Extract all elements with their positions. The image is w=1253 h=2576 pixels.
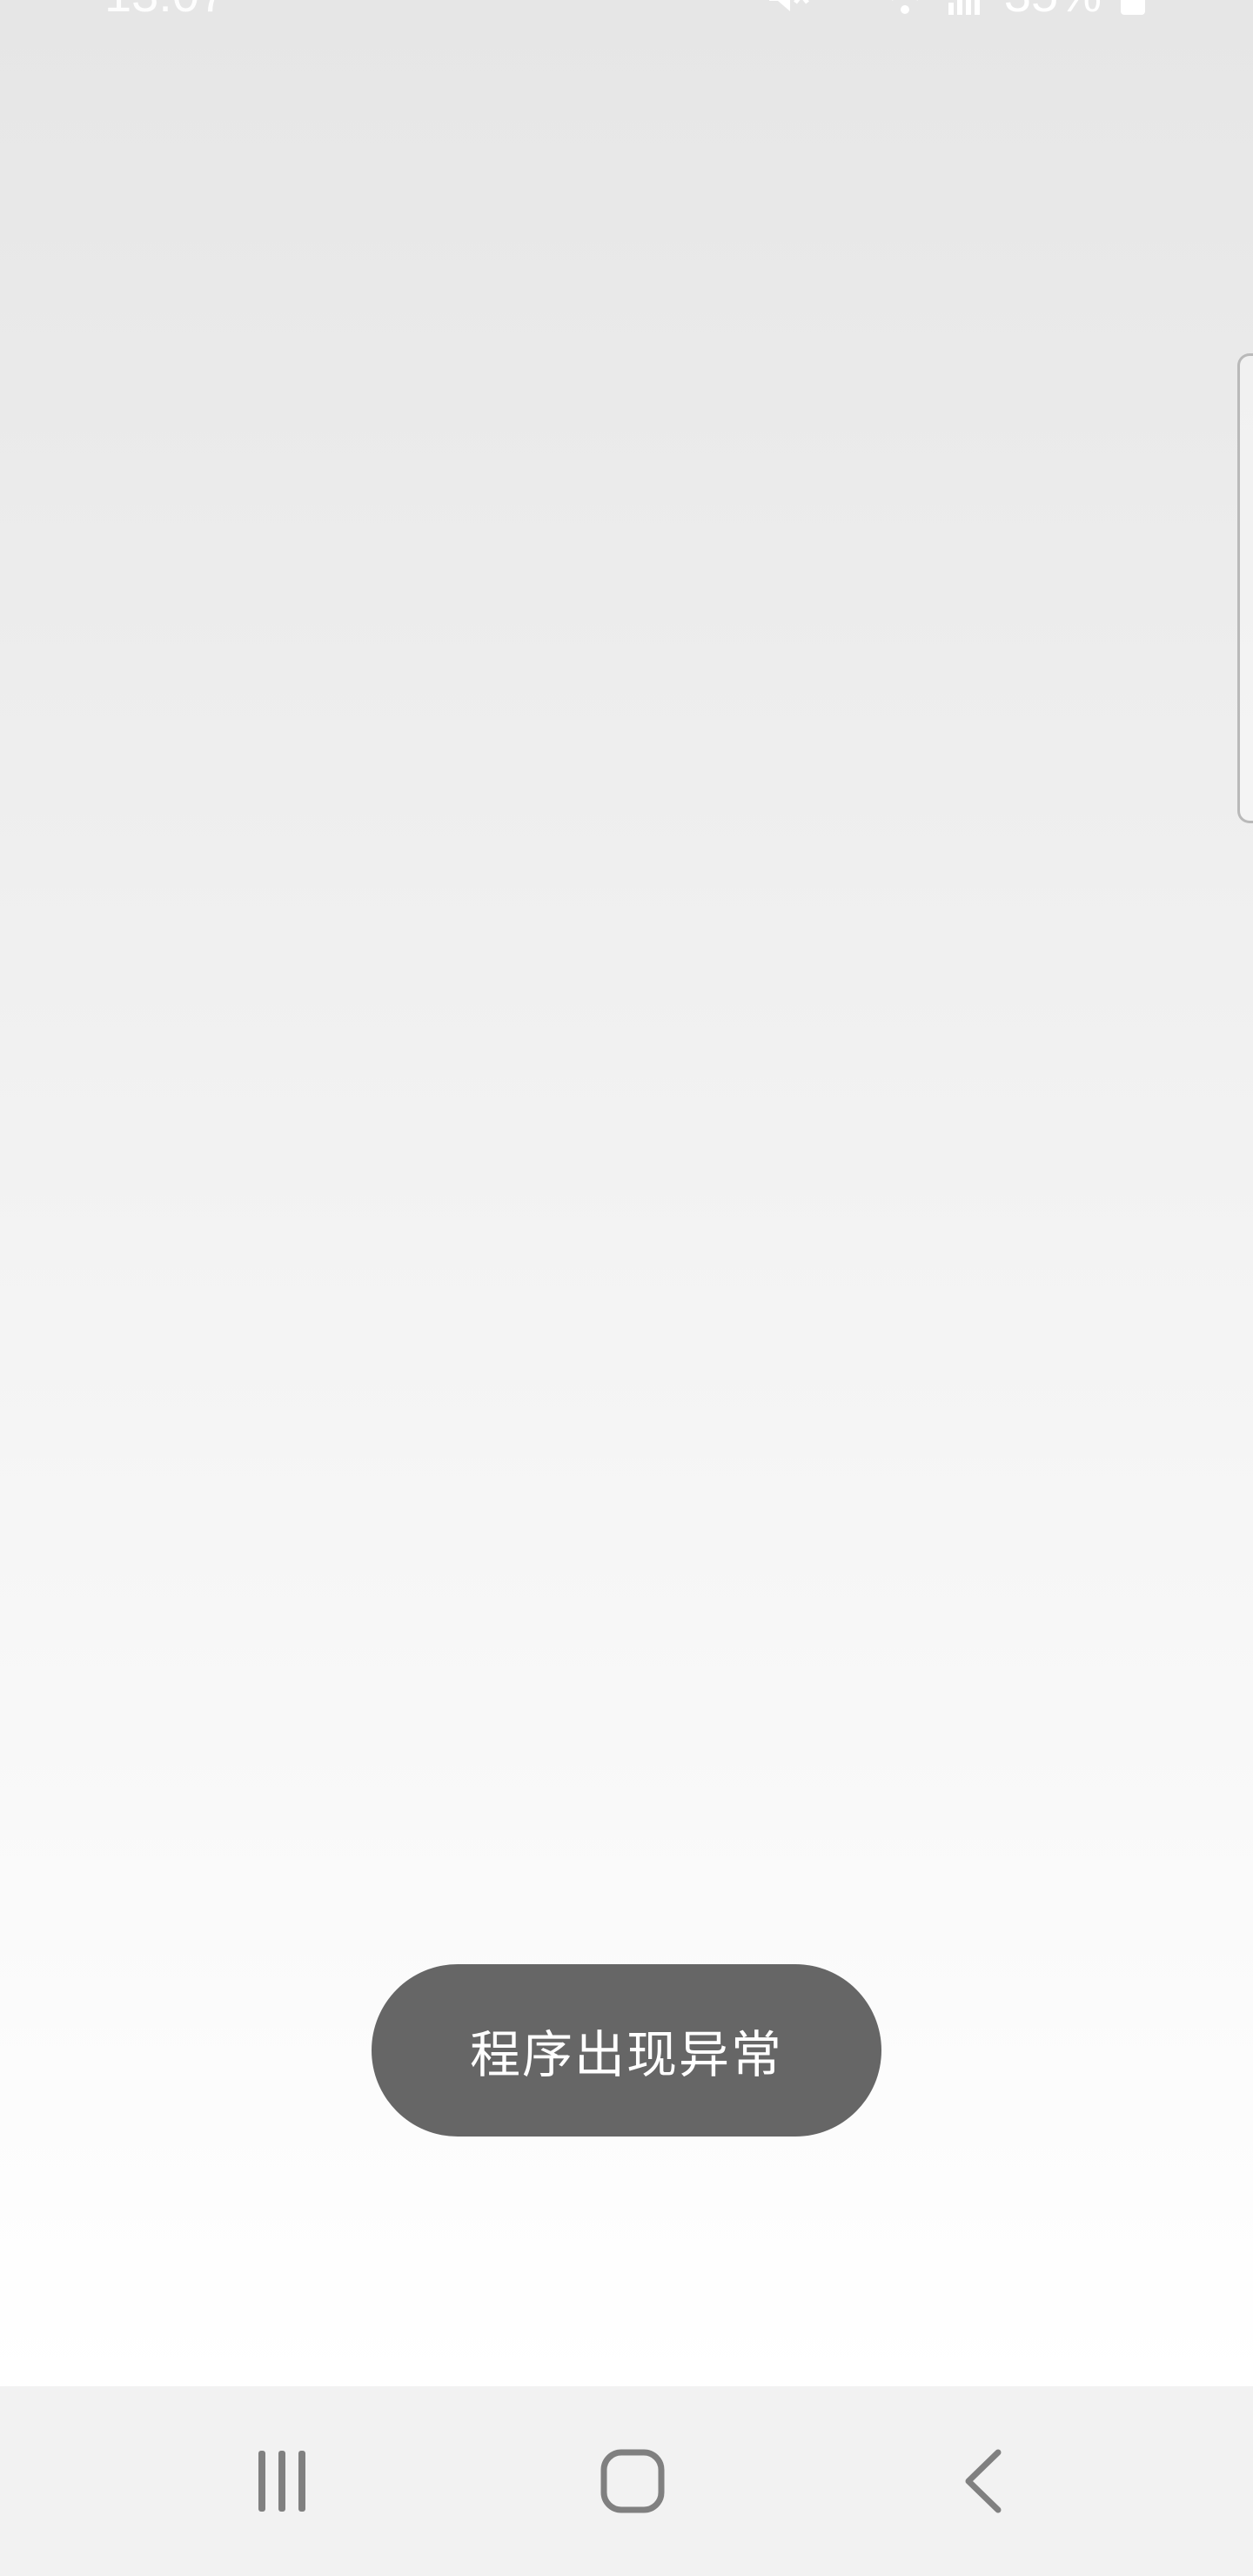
status-bar: 13:07 HD	[0, 0, 1253, 52]
status-icons: HD 35%	[764, 0, 1149, 23]
toast-message: 程序出现异常	[372, 1964, 881, 2137]
svg-text:HD: HD	[828, 0, 854, 2]
home-button[interactable]	[546, 2386, 720, 2576]
recent-apps-icon	[251, 2451, 312, 2512]
mute-icon	[764, 0, 811, 18]
edge-panel-handle[interactable]	[1237, 353, 1253, 823]
home-icon	[600, 2449, 665, 2513]
hd-icon: HD	[827, 0, 865, 18]
signal-icon	[945, 0, 988, 18]
navigation-bar	[0, 2386, 1253, 2576]
back-icon	[962, 2449, 1005, 2513]
back-button[interactable]	[896, 2386, 1070, 2576]
battery-percent: 35%	[1004, 0, 1102, 23]
status-time: 13:07	[104, 0, 226, 23]
wifi-icon	[881, 0, 929, 18]
toast-text: 程序出现异常	[469, 2025, 783, 2084]
recent-apps-button[interactable]	[195, 2386, 369, 2576]
battery-icon	[1117, 0, 1149, 18]
